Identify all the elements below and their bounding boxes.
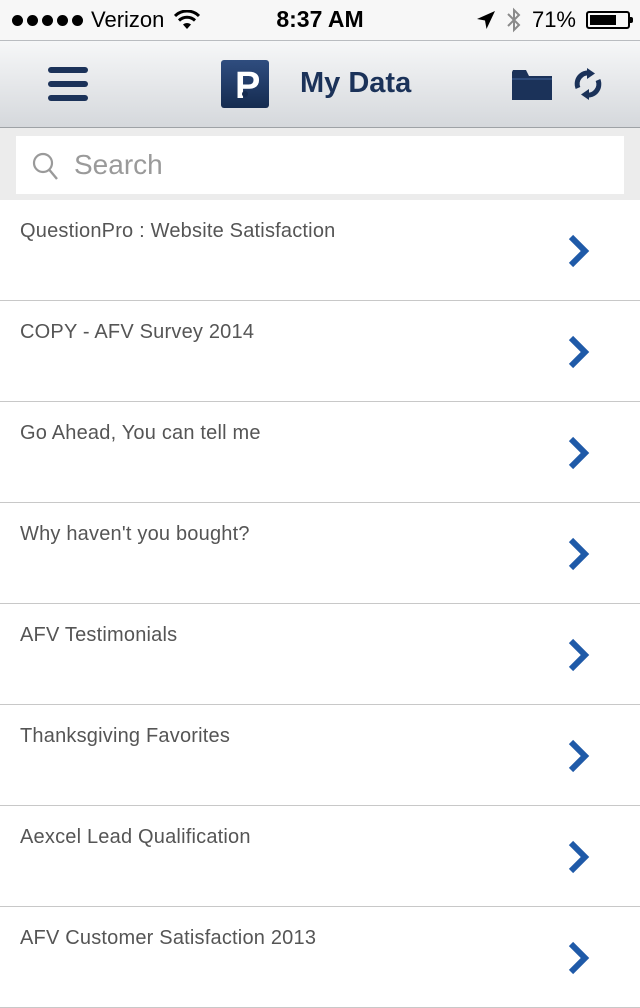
- navigation-bar: P My Data: [0, 40, 640, 128]
- logo-letter: P: [235, 65, 260, 107]
- list-item-label: AFV Customer Satisfaction 2013: [20, 927, 317, 949]
- search-bar: [0, 128, 640, 200]
- list-item-label: Aexcel Lead Qualification: [20, 826, 251, 848]
- battery-fill: [590, 15, 616, 25]
- status-right: 71%: [476, 6, 633, 34]
- chevron-right-icon: [568, 436, 590, 470]
- menu-icon: [48, 67, 88, 73]
- page-title: My Data: [300, 67, 412, 99]
- list-item-label: Why haven't you bought?: [20, 523, 250, 545]
- list-item-label: Thanksgiving Favorites: [20, 725, 231, 747]
- list-item[interactable]: AFV Testimonials: [0, 604, 640, 705]
- location-arrow-icon: [476, 11, 495, 29]
- list-item[interactable]: AFV Customer Satisfaction 2013: [0, 907, 640, 1008]
- list-item[interactable]: Thanksgiving Favorites: [0, 705, 640, 806]
- chevron-right-icon: [568, 840, 590, 874]
- list-item[interactable]: COPY - AFV Survey 2014: [0, 301, 640, 402]
- list-item[interactable]: QuestionPro : Website Satisfaction: [0, 200, 640, 301]
- chevron-right-icon: [568, 638, 590, 672]
- list-item-label: COPY - AFV Survey 2014: [20, 321, 255, 343]
- status-bar: Verizon 8:37 AM 71%: [0, 0, 640, 40]
- search-box[interactable]: [16, 136, 624, 194]
- battery-percent: 71%: [531, 7, 576, 32]
- battery-icon: [586, 11, 633, 29]
- survey-list: QuestionPro : Website Satisfaction COPY -…: [0, 200, 640, 1008]
- chevron-right-icon: [568, 739, 590, 773]
- chevron-right-icon: [568, 234, 590, 268]
- chevron-right-icon: [568, 537, 590, 571]
- list-item-label: QuestionPro : Website Satisfaction: [20, 220, 336, 242]
- list-item-label: AFV Testimonials: [20, 624, 178, 646]
- search-input[interactable]: [74, 144, 604, 186]
- list-item[interactable]: Aexcel Lead Qualification: [0, 806, 640, 907]
- list-item-label: Go Ahead, You can tell me: [20, 422, 261, 444]
- bluetooth-icon: [507, 7, 521, 33]
- search-icon: [32, 152, 58, 180]
- refresh-button[interactable]: [570, 66, 606, 102]
- folder-button[interactable]: [511, 68, 553, 102]
- list-item[interactable]: Why haven't you bought?: [0, 503, 640, 604]
- refresh-icon: [574, 68, 602, 100]
- chevron-right-icon: [568, 335, 590, 369]
- logo-icon: P: [221, 60, 269, 108]
- menu-button[interactable]: [48, 67, 88, 101]
- folder-icon: [512, 70, 552, 100]
- chevron-right-icon: [568, 941, 590, 975]
- list-item[interactable]: Go Ahead, You can tell me: [0, 402, 640, 503]
